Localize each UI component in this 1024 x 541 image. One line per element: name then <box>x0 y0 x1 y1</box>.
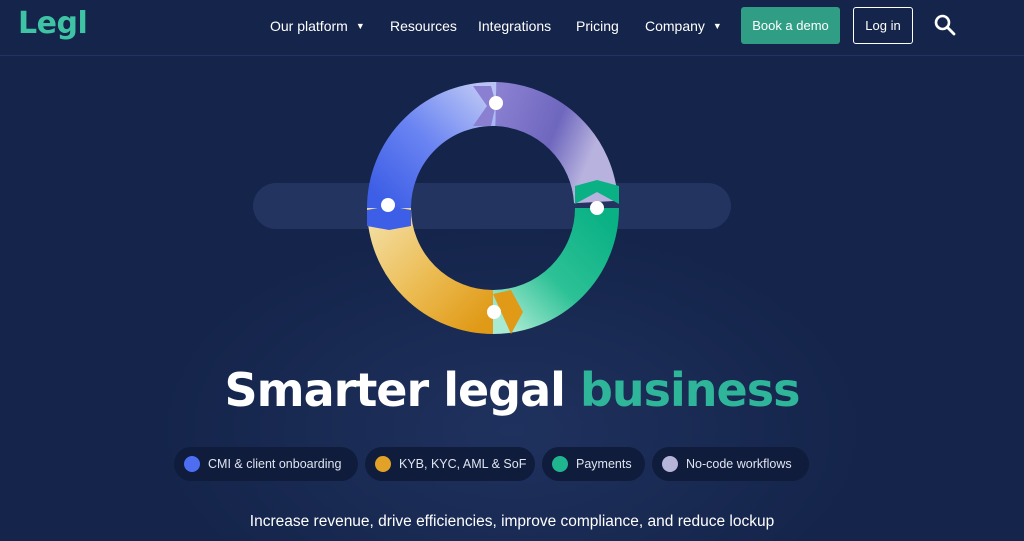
search-icon[interactable] <box>933 13 957 37</box>
book-demo-button[interactable]: Book a demo <box>741 7 840 44</box>
hero-headline: Smarter legal business <box>0 363 1024 417</box>
chevron-down-icon: ▼ <box>712 21 722 31</box>
nav-company[interactable]: Company ▼ <box>645 18 722 34</box>
nav-pricing[interactable]: Pricing <box>576 18 619 34</box>
tag-label: KYB, KYC, AML & SoF <box>399 457 527 471</box>
nav-integrations-label: Integrations <box>478 18 552 34</box>
nav-pricing-label: Pricing <box>576 18 619 34</box>
legl-logo[interactable]: Legl <box>18 6 88 41</box>
lavender-dot-icon <box>662 456 678 472</box>
blue-dot-icon <box>184 456 200 472</box>
workflow-ring-graphic <box>367 81 619 334</box>
nav-resources-label: Resources <box>390 18 457 34</box>
top-nav: Legl Our platform ▼ Resources Integratio… <box>0 0 1024 56</box>
tag-label: No-code workflows <box>686 457 792 471</box>
orange-dot-icon <box>375 456 391 472</box>
tag-cmi-onboarding[interactable]: CMI & client onboarding <box>174 447 358 481</box>
nav-company-label: Company <box>645 18 705 34</box>
tag-kyb-kyc[interactable]: KYB, KYC, AML & SoF <box>365 447 535 481</box>
tag-label: CMI & client onboarding <box>208 457 342 471</box>
ring-dot-left <box>381 198 395 212</box>
chevron-down-icon: ▼ <box>355 21 365 31</box>
nav-our-platform-label: Our platform <box>270 18 348 34</box>
login-button[interactable]: Log in <box>853 7 913 44</box>
nav-integrations[interactable]: Integrations <box>478 18 551 34</box>
green-dot-icon <box>552 456 568 472</box>
nav-our-platform[interactable]: Our platform ▼ <box>270 18 365 34</box>
ring-dot-top <box>489 96 503 110</box>
tag-no-code-workflows[interactable]: No-code workflows <box>652 447 809 481</box>
headline-accent: business <box>579 363 801 417</box>
tag-label: Payments <box>576 457 632 471</box>
feature-tags: CMI & client onboarding KYB, KYC, AML & … <box>0 447 1024 481</box>
nav-resources[interactable]: Resources <box>390 18 457 34</box>
hero-subline: Increase revenue, drive efficiencies, im… <box>249 513 775 530</box>
headline-main: Smarter legal <box>224 363 580 417</box>
ring-dot-right <box>590 201 604 215</box>
ring-dot-bottom <box>487 305 501 319</box>
tag-payments[interactable]: Payments <box>542 447 645 481</box>
